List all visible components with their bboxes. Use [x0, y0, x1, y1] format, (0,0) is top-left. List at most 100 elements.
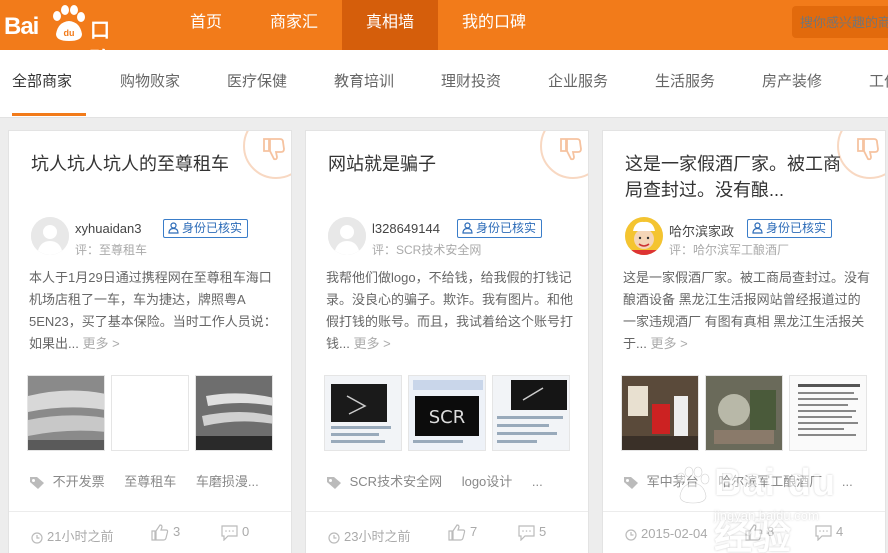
logo-paw-text: du [64, 28, 75, 38]
thumbnail[interactable] [324, 375, 402, 451]
comment-icon [221, 524, 238, 541]
thumbnail[interactable] [27, 375, 105, 451]
review-card[interactable]: 这是一家假酒厂家。被工商局查封过。没有酿... 哈尔滨家政 身份已核实 评：哈尔… [602, 130, 886, 553]
category-education[interactable]: 教育培训 [334, 50, 394, 116]
tag[interactable]: 军中茅台 [647, 474, 699, 489]
logo-text: Bai [4, 13, 39, 40]
thumbs-up-icon [151, 524, 169, 541]
thumbnail[interactable]: SCR [408, 375, 486, 451]
tag[interactable]: logo设计 [462, 474, 513, 489]
comment-count: 5 [539, 524, 547, 539]
author-name[interactable]: 哈尔滨家政 [669, 221, 734, 240]
tag-icon [327, 476, 341, 489]
avatar[interactable] [625, 217, 663, 255]
more-link[interactable]: 更多 > [650, 336, 687, 351]
card-title[interactable]: 网站就是骗子 [328, 151, 554, 177]
verified-badge: 身份已核实 [163, 219, 249, 238]
more-link[interactable]: 更多 > [353, 336, 390, 351]
tag-icon [30, 476, 44, 489]
review-target[interactable]: 评：SCR技术安全网 [372, 241, 481, 258]
thumbnails [621, 375, 871, 451]
user-icon [462, 222, 473, 234]
clock-icon [31, 531, 43, 544]
thumbnail[interactable] [705, 375, 783, 451]
comment-count: 0 [242, 524, 250, 539]
category-work[interactable]: 工作 [869, 50, 888, 116]
like-button[interactable]: 8 [745, 524, 774, 541]
like-button[interactable]: 7 [448, 524, 477, 541]
baidu-koubei-logo[interactable]: Bai du 口碑 [4, 2, 128, 71]
excerpt: 我帮他们做logo，不给钱，给我假的打钱记录。没良心的骗子。欺诈。我有图片。和他… [326, 267, 574, 355]
author-name[interactable]: xyhuaidan3 [75, 221, 142, 236]
thumbnail[interactable] [621, 375, 699, 451]
category-enterprise[interactable]: 企业服务 [548, 50, 608, 116]
like-button[interactable]: 3 [151, 524, 180, 541]
card-title[interactable]: 这是一家假酒厂家。被工商局查封过。没有酿... [625, 151, 851, 203]
card-footer: 23小时之前 7 5 [306, 511, 588, 553]
verified-label: 身份已核实 [476, 221, 537, 235]
review-target[interactable]: 评：至尊租车 [75, 241, 147, 258]
verified-badge: 身份已核实 [457, 219, 543, 238]
category-all[interactable]: 全部商家 [12, 50, 86, 116]
nav-my-koubei[interactable]: 我的口碑 [438, 0, 550, 50]
thumbnail[interactable] [789, 375, 867, 451]
author-name[interactable]: l328649144 [372, 221, 440, 236]
tag[interactable]: 至尊租车 [124, 474, 176, 489]
post-time-text: 21小时之前 [47, 529, 114, 544]
thumbnail[interactable] [492, 375, 570, 451]
thumbnail[interactable] [195, 375, 273, 451]
tag[interactable]: ... [842, 474, 853, 489]
review-card[interactable]: 网站就是骗子 l328649144 身份已核实 评：SCR技术安全网 我帮他们做… [305, 130, 589, 553]
default-avatar-icon [328, 217, 366, 255]
paw-icon: du [53, 5, 85, 41]
avatar[interactable] [328, 217, 366, 255]
comment-count: 4 [836, 524, 844, 539]
category-shopping[interactable]: 购物败家 [120, 50, 180, 116]
tag[interactable]: 哈尔滨军工酿酒厂 [718, 474, 822, 489]
category-medical[interactable]: 医疗保健 [227, 50, 287, 116]
nav-home[interactable]: 首页 [166, 0, 246, 50]
category-bar: 全部商家 购物败家 医疗保健 教育培训 理财投资 企业服务 生活服务 房产装修 … [0, 50, 888, 118]
comment-button[interactable]: 5 [518, 524, 546, 541]
thumbs-down-icon [857, 138, 879, 161]
tag[interactable]: 不开发票 [53, 474, 105, 489]
card-title[interactable]: 坑人坑人坑人的至尊租车 [31, 151, 257, 177]
tag-list: 军中茅台 哈尔滨军工酿酒厂 ... [623, 471, 873, 491]
top-bar: Bai du 口碑 首页 商家汇 真相墙 我的口碑 [0, 0, 888, 71]
thumbnail[interactable] [111, 375, 189, 451]
card-footer: 2015-02-04 8 4 [603, 511, 885, 553]
search-input[interactable] [792, 6, 888, 38]
tag[interactable]: 车磨损漫... [196, 474, 259, 489]
thumbs-down-icon [560, 138, 582, 161]
svg-text:SCR: SCR [429, 407, 466, 428]
clock-icon [328, 531, 340, 544]
like-count: 7 [470, 524, 478, 539]
tag-list: 不开发票 至尊租车 车磨损漫... [29, 471, 279, 491]
avatar[interactable] [31, 217, 69, 255]
review-card[interactable]: 坑人坑人坑人的至尊租车 xyhuaidan3 身份已核实 评：至尊租车 本人于1… [8, 130, 292, 553]
like-count: 3 [173, 524, 181, 539]
post-time-text: 23小时之前 [344, 529, 411, 544]
user-icon [752, 222, 763, 234]
tag[interactable]: ... [532, 474, 543, 489]
excerpt: 这是一家假酒厂家。被工商局查封过。没有酿酒设备 黑龙江生活报网站曾经报道过的一家… [623, 267, 871, 355]
tag[interactable]: SCR技术安全网 [350, 474, 442, 489]
category-life[interactable]: 生活服务 [655, 50, 715, 116]
thumbnails [27, 375, 277, 451]
nav-merchants[interactable]: 商家汇 [246, 0, 342, 50]
excerpt: 本人于1月29日通过携程网在至尊租车海口机场店租了一车，车为捷达，牌照粤A 5E… [29, 267, 277, 355]
verified-badge: 身份已核实 [747, 219, 833, 238]
more-link[interactable]: 更多 > [82, 336, 119, 351]
nav-truth-wall[interactable]: 真相墙 [342, 0, 439, 50]
comment-button[interactable]: 0 [221, 524, 249, 541]
category-home[interactable]: 房产装修 [762, 50, 822, 116]
review-target[interactable]: 评：哈尔滨军工酿酒厂 [669, 241, 789, 258]
tag-list: SCR技术安全网 logo设计 ... [326, 471, 576, 491]
thumbs-up-icon [448, 524, 466, 541]
comment-icon [518, 524, 535, 541]
category-finance[interactable]: 理财投资 [441, 50, 501, 116]
card-footer: 21小时之前 3 0 [9, 511, 291, 553]
clock-icon [625, 528, 637, 541]
comment-button[interactable]: 4 [815, 524, 843, 541]
verified-label: 身份已核实 [182, 221, 243, 235]
